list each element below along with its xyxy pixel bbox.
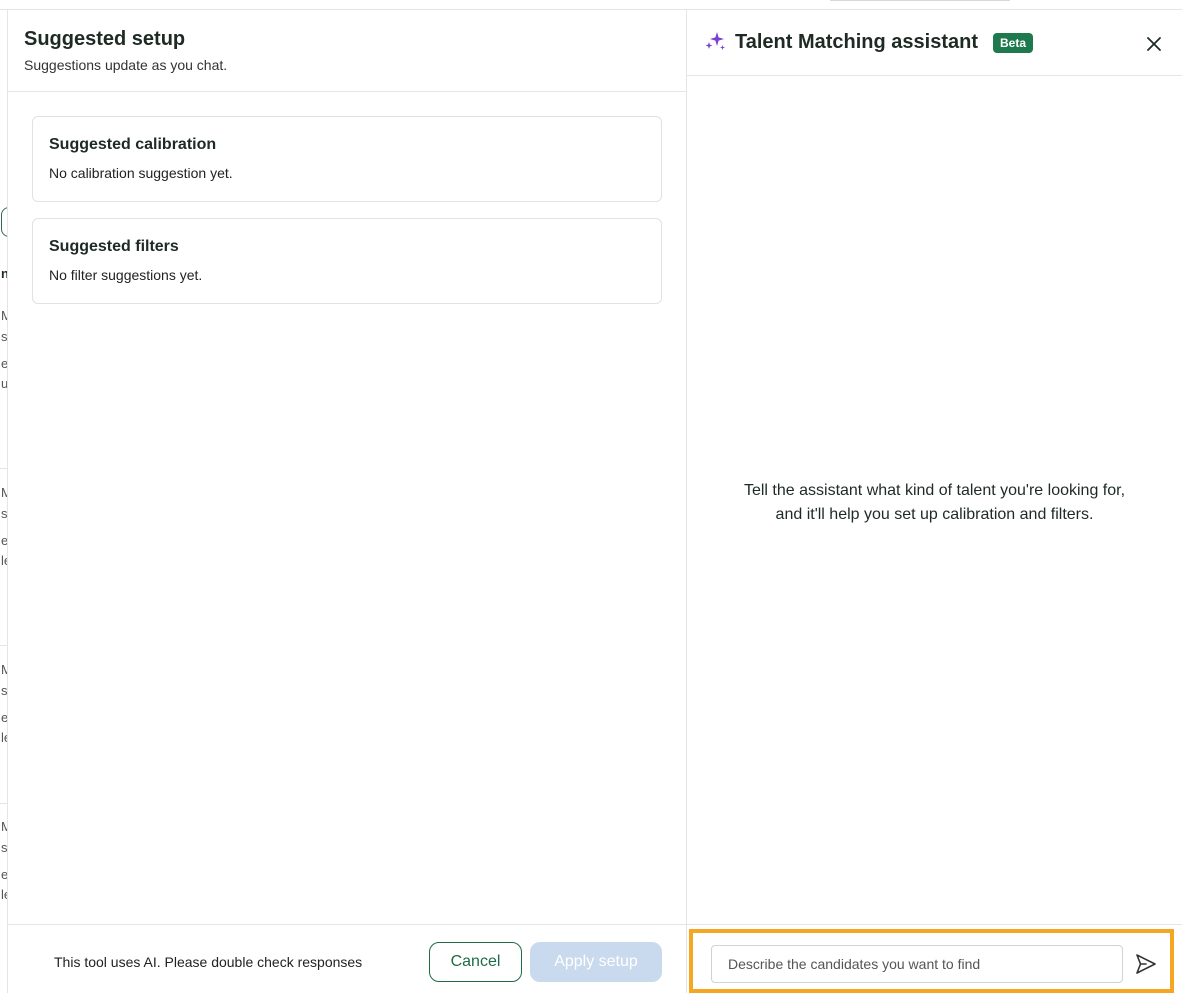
assistant-panel: Talent Matching assistant Beta Tell the …: [687, 10, 1182, 993]
background-candidate-list: ne M s e ut M s e le M s e le M s e le: [0, 10, 8, 993]
background-text-fragment: ne: [1, 266, 7, 281]
send-icon[interactable]: [1134, 952, 1158, 976]
background-text-fragment: M: [1, 308, 7, 323]
empty-state-line-1: Tell the assistant what kind of talent y…: [743, 482, 1126, 499]
filters-card-text: No filter suggestions yet.: [49, 267, 203, 283]
background-text-fragment: le: [1, 553, 7, 568]
setup-title: Suggested setup: [24, 28, 186, 50]
apply-setup-button[interactable]: Apply setup: [530, 942, 662, 982]
filters-card: Suggested filters No filter suggestions …: [32, 218, 662, 304]
suggested-setup-panel: Suggested setup Suggestions update as yo…: [8, 10, 687, 993]
assistant-title: Talent Matching assistant: [735, 31, 979, 53]
background-text-fragment: le: [1, 730, 7, 745]
setup-subtitle: Suggestions update as you chat.: [24, 57, 228, 73]
assistant-header: Talent Matching assistant Beta: [687, 10, 1182, 76]
background-text-fragment: M: [1, 485, 7, 500]
suggestion-cards: Suggested calibration No calibration sug…: [8, 92, 686, 304]
background-text-fragment: s: [1, 683, 8, 698]
chat-composer: [687, 924, 1182, 993]
background-text-fragment: e: [1, 356, 8, 371]
beta-badge: Beta: [993, 33, 1034, 53]
background-text-fragment: s: [1, 506, 8, 521]
setup-footer: This tool uses AI. Please double check r…: [8, 924, 686, 993]
background-text-fragment: e: [1, 867, 8, 882]
chat-input[interactable]: [711, 945, 1123, 983]
assistant-empty-state: Tell the assistant what kind of talent y…: [707, 479, 1162, 527]
empty-state-line-2: and it'll help you set up calibration an…: [775, 506, 1094, 523]
background-text-fragment: s: [1, 329, 8, 344]
background-row-divider: [0, 645, 7, 646]
cancel-button[interactable]: Cancel: [429, 942, 522, 982]
background-text-fragment: ut: [1, 376, 8, 391]
background-text-fragment: e: [1, 533, 8, 548]
calibration-card: Suggested calibration No calibration sug…: [32, 116, 662, 202]
background-text-fragment: e: [1, 710, 8, 725]
background-topbar: [0, 0, 1182, 10]
background-divider: [830, 0, 1010, 1]
background-row-divider: [0, 468, 7, 469]
background-text-fragment: s: [1, 840, 8, 855]
background-text-fragment: le: [1, 887, 7, 902]
close-icon[interactable]: [1144, 34, 1164, 54]
sparkle-icon: [705, 32, 725, 50]
background-button-fragment: [1, 207, 7, 237]
filters-card-title: Suggested filters: [49, 238, 179, 255]
background-text-fragment: M: [1, 662, 7, 677]
background-text-fragment: M: [1, 819, 7, 834]
calibration-card-text: No calibration suggestion yet.: [49, 165, 233, 181]
background-row-divider: [0, 803, 7, 804]
setup-header: Suggested setup Suggestions update as yo…: [8, 10, 686, 92]
ai-disclaimer: This tool uses AI. Please double check r…: [54, 954, 363, 970]
calibration-card-title: Suggested calibration: [49, 136, 217, 153]
